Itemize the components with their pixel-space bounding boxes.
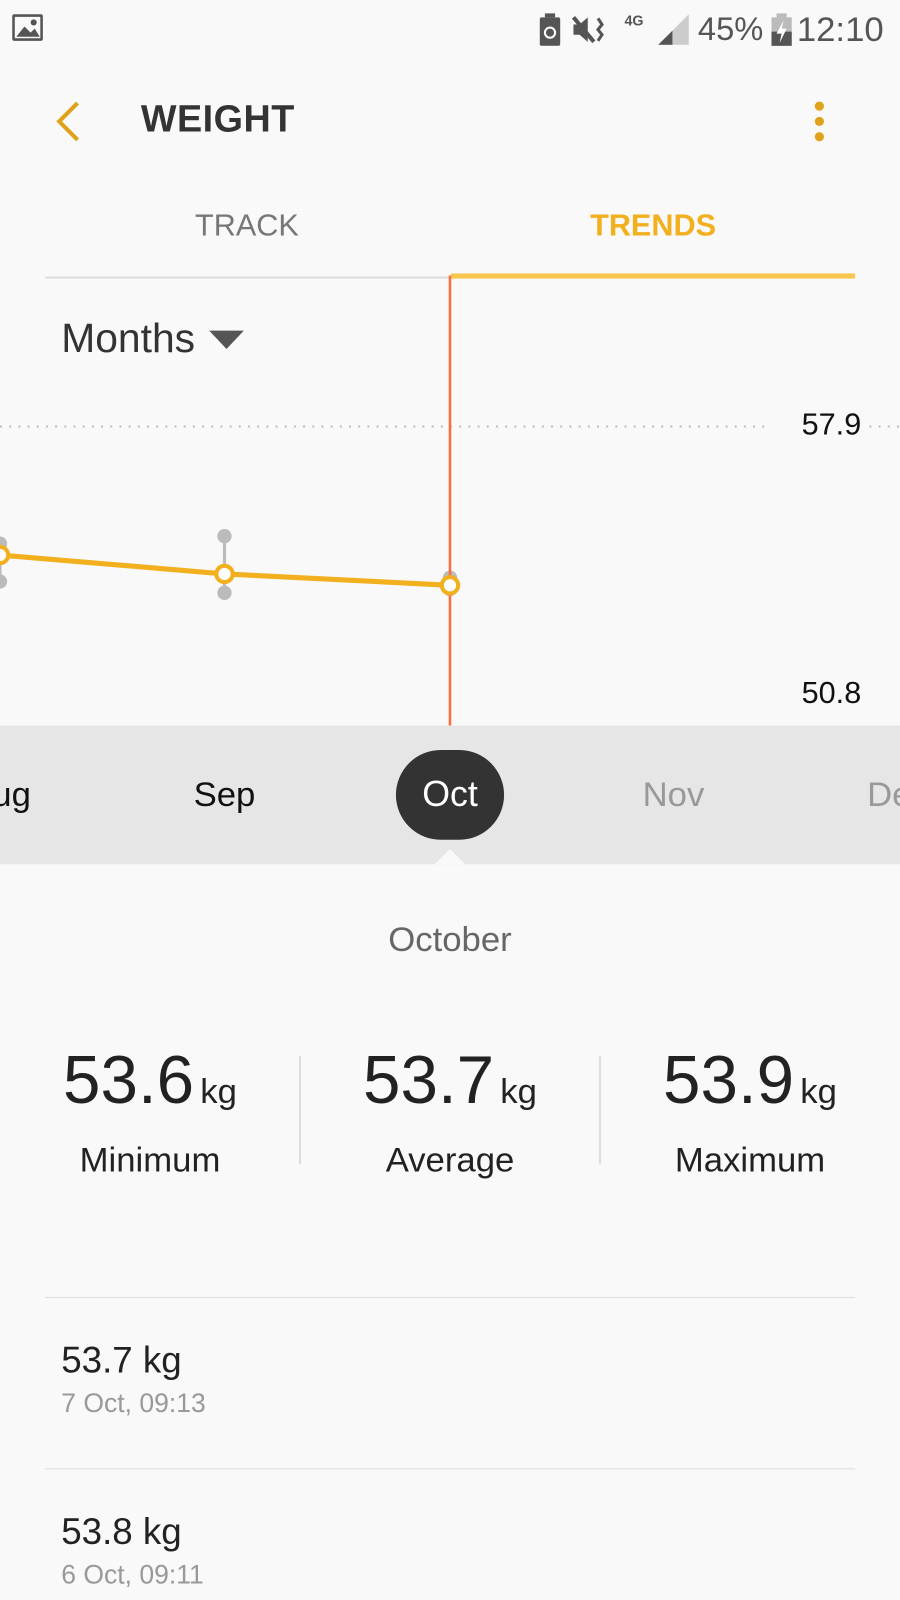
list-divider: [44, 1468, 856, 1470]
stat-maximum: 53.9 kg Maximum: [600, 1041, 900, 1181]
gallery-icon: [12, 14, 43, 41]
stat-label: Minimum: [79, 1140, 221, 1180]
tab-trends[interactable]: TRENDS: [451, 209, 855, 244]
entry-weight: 53.7 kg: [61, 1338, 182, 1381]
min-point-Sep: [217, 585, 232, 600]
stat-value: 53.9: [663, 1041, 795, 1118]
network-type: 4G: [624, 12, 644, 29]
entry-date: 7 Oct, 09:13: [61, 1387, 206, 1419]
vibrate-mute-icon: [571, 16, 604, 44]
entry-date: 6 Oct, 09:11: [61, 1559, 204, 1590]
list-item[interactable]: 53.7 kg 7 Oct, 09:13: [61, 1339, 206, 1420]
page-title: WEIGHT: [140, 97, 295, 140]
y-tick-min: 50.8: [801, 676, 862, 711]
status-bar: 4G 45% 12:10: [0, 0, 900, 61]
stat-value: 53.7: [363, 1041, 495, 1118]
month-nov[interactable]: Nov: [643, 776, 705, 816]
average-point-Oct: [439, 575, 461, 596]
entry-weight: 53.8 kg: [61, 1510, 182, 1553]
back-button[interactable]: [53, 100, 84, 143]
month-oct[interactable]: Oct: [395, 749, 505, 840]
stat-minimum: 53.6 kg Minimum: [0, 1041, 300, 1181]
y-tick-max: 57.9: [801, 408, 862, 442]
tab-track[interactable]: TRACK: [45, 209, 449, 244]
battery-charging-icon: [771, 13, 792, 46]
more-options-icon[interactable]: [806, 100, 833, 145]
list-divider: [44, 1296, 856, 1298]
stat-value: 53.6: [63, 1041, 195, 1118]
stat-unit: kg: [200, 1072, 237, 1112]
month-aug[interactable]: Aug: [0, 776, 31, 816]
signal-icon: [658, 14, 689, 45]
average-point-Aug: [0, 544, 11, 566]
month-dec[interactable]: Dec: [867, 776, 900, 816]
average-point-Sep: [214, 563, 235, 585]
max-point-Sep: [217, 528, 232, 544]
summary-month: October: [388, 920, 512, 960]
stat-label: Average: [385, 1140, 515, 1180]
month-sep[interactable]: Sep: [194, 776, 256, 816]
stat-average: 53.7 kg Average: [300, 1041, 600, 1181]
stat-unit: kg: [800, 1072, 837, 1112]
selection-pointer: [434, 848, 466, 865]
weight-trend-chart[interactable]: [0, 275, 900, 726]
min-point-Aug: [0, 574, 8, 589]
stat-label: Maximum: [674, 1140, 826, 1180]
list-item[interactable]: 53.8 kg 6 Oct, 09:11: [61, 1510, 204, 1591]
stat-unit: kg: [500, 1072, 537, 1112]
battery-percent: 45%: [697, 10, 764, 47]
clock: 12:10: [796, 10, 884, 49]
battery-saver-icon: [539, 13, 561, 46]
